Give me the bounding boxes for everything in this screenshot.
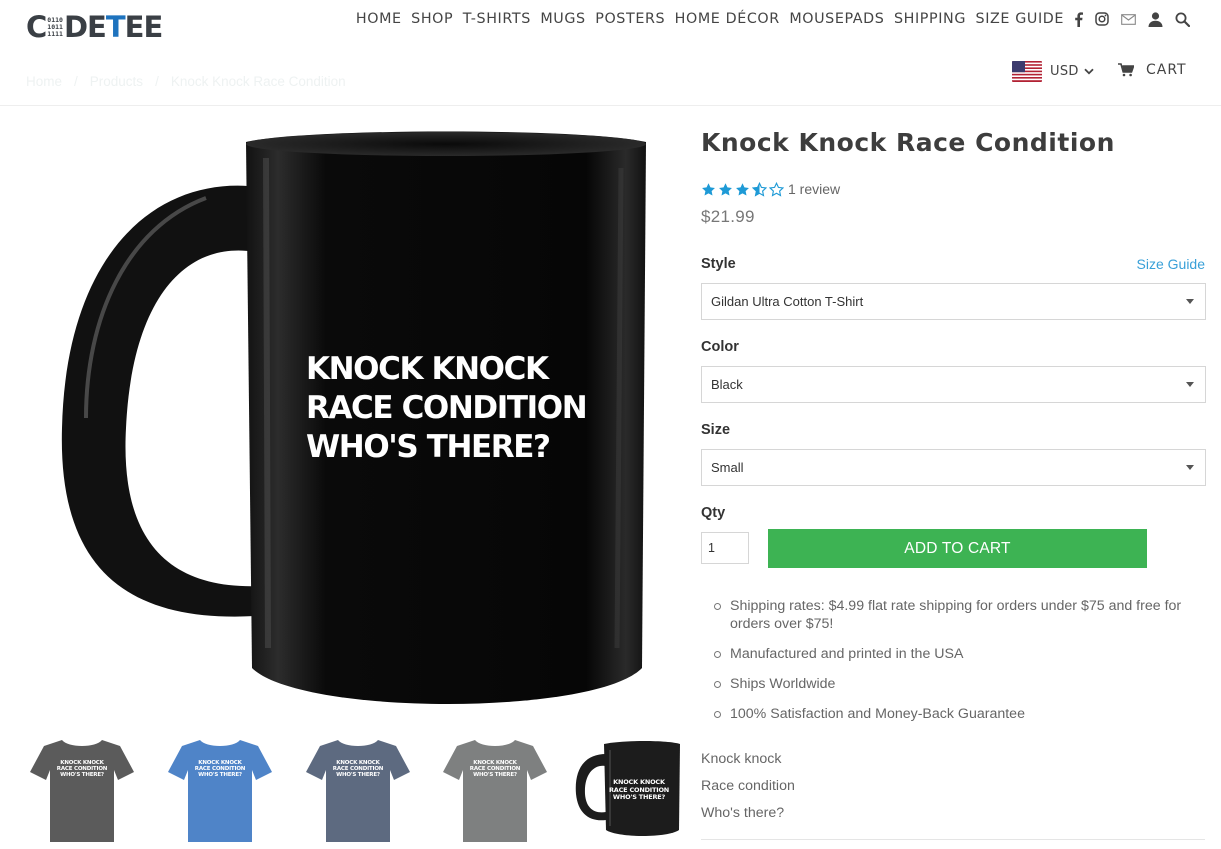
add-to-cart-button[interactable]: ADD TO CART [768, 529, 1147, 568]
breadcrumb: Home / Products / Knock Knock Race Condi… [26, 74, 346, 89]
breadcrumb-products[interactable]: Products [90, 74, 143, 89]
thumbnail-blue-shirt[interactable]: KNOCK KNOCK RACE CONDITION WHO'S THERE? [160, 730, 280, 845]
product-title: Knock Knock Race Condition [701, 128, 1115, 157]
thumbnail-gray-shirt[interactable]: KNOCK KNOCK RACE CONDITION WHO'S THERE? [22, 730, 142, 845]
feature-item: Manufactured and printed in the USA [712, 645, 1207, 663]
feature-item: 100% Satisfaction and Money-Back Guarant… [712, 705, 1207, 723]
qty-label: Qty [701, 505, 726, 521]
product-price: $21.99 [701, 207, 755, 226]
nav-shop[interactable]: SHOP [411, 11, 453, 27]
style-label: Style [701, 256, 736, 272]
cart-icon [1118, 63, 1134, 77]
header-divider [0, 105, 1221, 106]
mail-icon[interactable] [1121, 13, 1136, 25]
logo-letters: DETEE [63, 10, 164, 44]
qty-input[interactable] [701, 532, 749, 564]
nav-posters[interactable]: POSTERS [595, 11, 665, 27]
image-text-line: WHO'S THERE? [306, 429, 551, 465]
dropdown-caret-icon [1186, 299, 1194, 304]
style-select[interactable]: Gildan Ultra Cotton T-Shirt [701, 283, 1206, 320]
logo-binary: 0110 1011 1111 [47, 16, 63, 38]
thumb-text-line: WHO'S THERE? [336, 772, 380, 778]
star-half-icon [752, 181, 767, 197]
breadcrumb-home[interactable]: Home [26, 74, 62, 89]
thumbnail-text: KNOCK KNOCK RACE CONDITION WHO'S THERE? [22, 760, 142, 778]
thumbnail-text: KNOCK KNOCK RACE CONDITION WHO'S THERE? [160, 760, 280, 778]
description-divider [701, 839, 1205, 840]
feature-item: Shipping rates: $4.99 flat rate shipping… [712, 597, 1207, 633]
description-line: Knock knock [701, 751, 782, 767]
dropdown-caret-icon [1186, 465, 1194, 470]
description-line: Race condition [701, 778, 795, 794]
header-icons [1074, 9, 1202, 29]
product-image-text: KNOCK KNOCK RACE CONDITION WHO'S THERE? [306, 350, 626, 467]
style-select-value: Gildan Ultra Cotton T-Shirt [711, 294, 864, 309]
star-full-icon [702, 182, 715, 195]
thumbnail-text: KNOCK KNOCK RACE CONDITION WHO'S THERE? [435, 760, 555, 778]
logo-de: DE [63, 10, 107, 44]
instagram-icon[interactable] [1095, 12, 1109, 26]
logo-ee: EE [124, 10, 164, 44]
product-features: Shipping rates: $4.99 flat rate shipping… [712, 597, 1207, 735]
size-select[interactable]: Small [701, 449, 1206, 486]
nav-home[interactable]: HOME [356, 11, 402, 27]
logo-letter-c: C [26, 10, 47, 44]
thumb-text-line: WHO'S THERE? [60, 772, 104, 778]
size-label: Size [701, 422, 731, 438]
product-thumbnails: KNOCK KNOCK RACE CONDITION WHO'S THERE? KN… [22, 730, 687, 849]
image-text-line: KNOCK KNOCK [306, 351, 549, 387]
review-count[interactable]: 1 review [788, 181, 840, 197]
cart-label: CART [1146, 62, 1187, 78]
color-select[interactable]: Black [701, 366, 1206, 403]
nav-mugs[interactable]: MUGS [540, 11, 585, 27]
breadcrumb-separator: / [155, 74, 159, 89]
facebook-icon[interactable] [1074, 11, 1083, 27]
color-label: Color [701, 339, 739, 355]
star-full-icon [736, 182, 749, 195]
thumb-text-line: WHO'S THERE? [198, 772, 242, 778]
logo-t: T [105, 10, 126, 44]
product-description: Knock knock Race condition Who's there? [701, 746, 795, 827]
rating-stars [701, 181, 784, 197]
color-select-value: Black [711, 377, 743, 392]
size-select-value: Small [711, 460, 744, 475]
nav-shipping[interactable]: SHIPPING [894, 11, 966, 27]
dropdown-caret-icon [1186, 382, 1194, 387]
cart-link[interactable]: CART [1118, 62, 1187, 78]
account-icon[interactable] [1148, 11, 1163, 27]
thumb-text-line: WHO'S THERE? [473, 772, 517, 778]
thumbnail-black-mug[interactable]: KNOCK KNOCK RACE CONDITION WHO'S THERE? [572, 730, 692, 845]
size-guide-link[interactable]: Size Guide [1137, 256, 1205, 272]
main-nav: HOME SHOP T-SHIRTS MUGS POSTERS HOME DÉC… [356, 9, 1064, 29]
thumbnail-text: KNOCK KNOCK RACE CONDITION WHO'S THERE? [594, 778, 684, 802]
star-full-icon [719, 182, 732, 195]
thumb-text-line: WHO'S THERE? [612, 793, 666, 801]
image-text-line: RACE CONDITION [306, 390, 588, 426]
star-empty-icon [769, 181, 784, 197]
logo-binary-row: 1111 [47, 29, 63, 38]
description-line: Who's there? [701, 805, 785, 821]
currency-selector[interactable]: USD [1012, 61, 1094, 82]
nav-size-guide[interactable]: SIZE GUIDE [976, 11, 1064, 27]
us-flag-icon [1012, 61, 1042, 82]
product-rating[interactable]: 1 review [701, 181, 840, 197]
site-logo[interactable]: C 0110 1011 1111 DETEE [26, 10, 164, 44]
breadcrumb-separator: / [74, 74, 78, 89]
nav-home-decor[interactable]: HOME DÉCOR [675, 11, 780, 27]
search-icon[interactable] [1175, 12, 1190, 27]
feature-item: Ships Worldwide [712, 675, 1207, 693]
chevron-down-icon [1084, 68, 1094, 75]
thumbnail-heather-shirt[interactable]: KNOCK KNOCK RACE CONDITION WHO'S THERE? [435, 730, 555, 845]
currency-code: USD [1050, 64, 1079, 79]
thumbnail-slate-shirt[interactable]: KNOCK KNOCK RACE CONDITION WHO'S THERE? [298, 730, 418, 845]
nav-mousepads[interactable]: MOUSEPADS [789, 11, 884, 27]
breadcrumb-current: Knock Knock Race Condition [170, 74, 346, 89]
nav-tshirts[interactable]: T-SHIRTS [463, 11, 531, 27]
thumbnail-text: KNOCK KNOCK RACE CONDITION WHO'S THERE? [298, 760, 418, 778]
